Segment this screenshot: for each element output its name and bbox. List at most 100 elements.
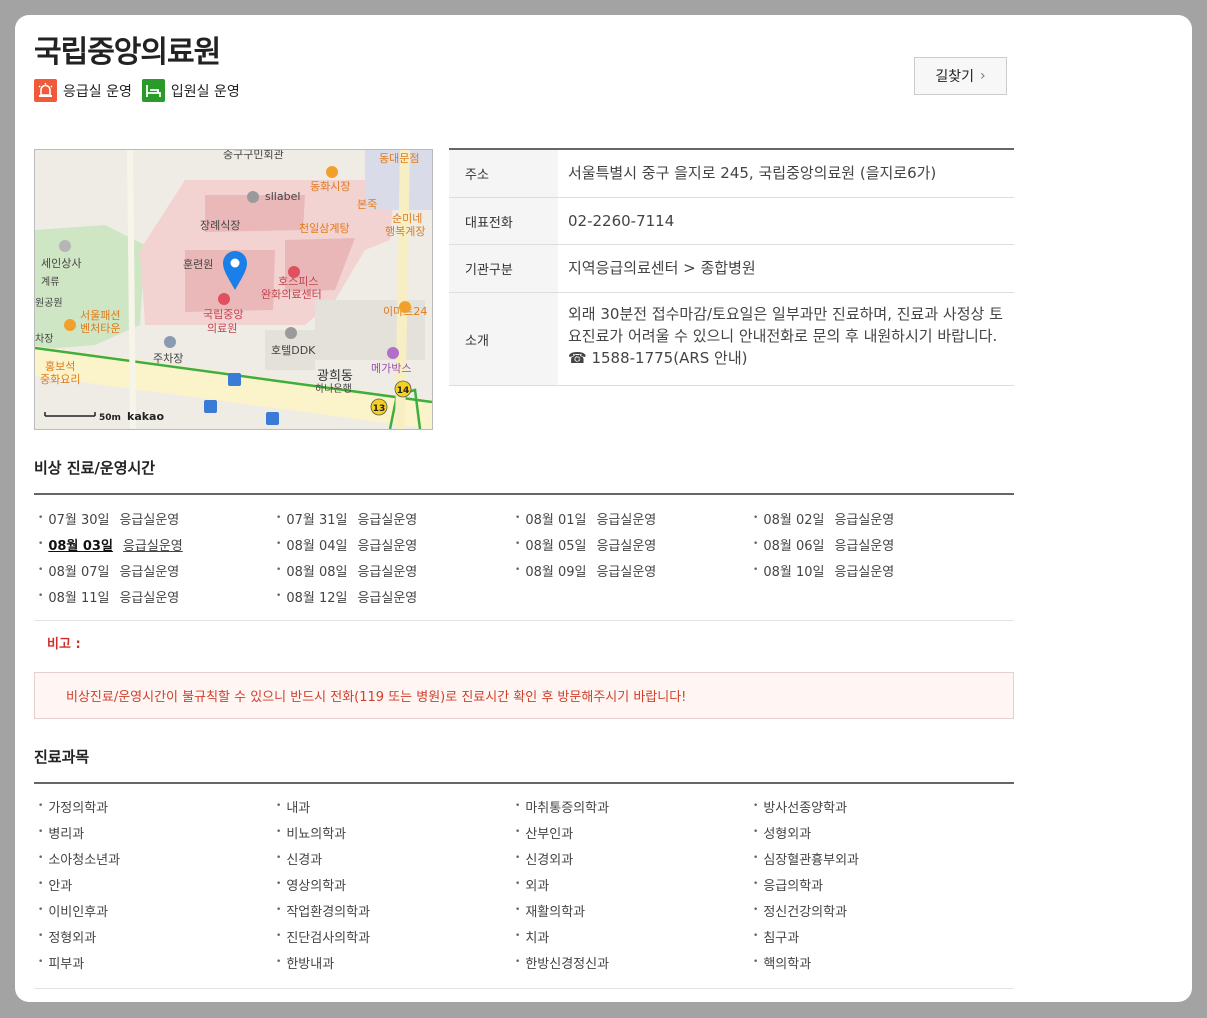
department-item: 신경외과 [511,845,749,871]
info-row-address: 주소 서울특별시 중구 을지로 245, 국립중앙의료원 (을지로6가) [449,150,1014,198]
hospital-name: 국립중앙의료원 [34,35,221,70]
schedule-title: 비상 진료/운영시간 [34,459,156,477]
department-item: 신경과 [272,845,511,871]
map-label: 행복계장 [385,225,425,238]
schedule-grid: 07월 30일응급실운영 07월 31일응급실운영 08월 01일응급실운영 0… [34,505,1014,609]
emergency-siren-icon [34,79,57,102]
info-row-type: 기관구분 지역응급의료센터 > 종합병원 [449,245,1014,293]
schedule-item: 08월 10일응급실운영 [749,557,987,583]
chevron-right-icon: › [980,68,986,84]
info-key: 소개 [449,293,558,385]
department-item: 침구과 [749,923,987,949]
departments-grid: 가정의학과내과마취통증의학과방사선종양학과병리과비뇨의학과산부인과성형외과소아청… [34,793,1014,975]
department-item: 치과 [511,923,749,949]
map-label: 계류 [41,276,59,288]
department-item: 핵의학과 [749,949,987,975]
department-item: 정신건강의학과 [749,897,987,923]
schedule-item: 08월 05일응급실운영 [511,531,749,557]
department-item: 응급의학과 [749,871,987,897]
department-item: 한방내과 [272,949,511,975]
map-label: 훈련원 [183,258,213,271]
note-label: 비고 : [47,637,81,652]
hospital-info-table: 주소 서울특별시 중구 을지로 245, 국립중앙의료원 (을지로6가) 대표전… [449,148,1014,386]
department-item: 마취통증의학과 [511,793,749,819]
map-label: 주차장 [153,352,183,365]
map-label: 천일삼계탕 [299,221,350,235]
info-value-intro: 외래 30분전 접수마감/토요일은 일부과만 진료하며, 진료과 사정상 토요진… [568,305,1003,367]
schedule-item: 08월 06일응급실운영 [749,531,987,557]
map-label: 세인상사 [41,257,81,270]
directions-button[interactable]: 길찾기 › [914,57,1007,95]
department-item: 심장혈관흉부외과 [749,845,987,871]
map-label: 국립중앙 [203,308,243,321]
department-item: 산부인과 [511,819,749,845]
department-item: 진단검사의학과 [272,923,511,949]
schedule-item: 08월 09일응급실운영 [511,557,749,583]
department-item: 소아청소년과 [34,845,272,871]
schedule-item: 08월 07일응급실운영 [34,557,272,583]
department-item: 성형외과 [749,819,987,845]
map-label: 하나은행 [315,382,352,395]
map-label: sllabel [265,190,300,203]
map-brand: kakao [127,410,164,423]
info-row-phone: 대표전화 02-2260-7114 [449,198,1014,245]
map-label: 중화요리 [40,373,80,386]
location-map[interactable]: 중구구민회관 sllabel 장례식장 세인상사 계류 훈련원 원공원 차장 주… [34,149,433,430]
info-value-type: 지역응급의료센터 > 종합병원 [568,259,756,277]
divider [34,988,1014,989]
map-label: 장례식장 [200,219,240,232]
info-value-phone[interactable]: 02-2260-7114 [558,198,1014,244]
map-label: 중구구민회관 [223,150,284,161]
department-item: 영상의학과 [272,871,511,897]
schedule-notice: 비상진료/운영시간이 불규칙할 수 있으니 반드시 전화(119 또는 병원)로… [34,672,1014,719]
schedule-item: 08월 12일응급실운영 [272,583,511,609]
info-value-address: 서울특별시 중구 을지로 245, 국립중앙의료원 (을지로6가) [568,164,937,182]
divider [34,782,1014,784]
map-label: 메가박스 [371,362,411,375]
route-badge: 13 [373,404,386,414]
divider [34,620,1014,621]
department-item: 병리과 [34,819,272,845]
service-badges: 응급실 운영 입원실 운영 [34,79,240,102]
department-item: 정형외과 [34,923,272,949]
schedule-item: 08월 04일응급실운영 [272,531,511,557]
department-item: 가정의학과 [34,793,272,819]
map-label: 원공원 [35,297,63,309]
map-label: 의료원 [207,322,237,335]
map-label: 완화의료센터 [261,288,322,301]
map-label: 서울패션 [80,309,120,322]
badge-emergency: 응급실 운영 [34,79,132,102]
department-item: 안과 [34,871,272,897]
directions-label: 길찾기 [935,69,975,85]
department-item: 방사선종양학과 [749,793,987,819]
map-label: 동대문점 [379,152,419,165]
map-label: 순미네 [392,212,422,225]
department-item: 작업환경의학과 [272,897,511,923]
department-item: 한방신경정신과 [511,949,749,975]
map-label: 호텔DDK [271,344,316,357]
map-label: 동화시장 [310,180,350,193]
departments-title: 진료과목 [34,748,90,766]
schedule-item: 07월 31일응급실운영 [272,505,511,531]
map-label: 본죽 [357,198,377,211]
route-badge: 14 [397,386,410,396]
department-item: 재활의학과 [511,897,749,923]
schedule-item: 08월 11일응급실운영 [34,583,272,609]
hospital-bed-icon [141,79,165,102]
badge-emergency-label: 응급실 운영 [63,83,132,100]
map-label: 홍보석 [45,359,75,373]
info-key: 기관구분 [449,245,558,292]
schedule-item: 08월 02일응급실운영 [749,505,987,531]
schedule-item: 07월 30일응급실운영 [34,505,272,531]
department-item: 이비인후과 [34,897,272,923]
map-scale: 50m [99,413,121,423]
hospital-detail-modal: 국립중앙의료원 응급실 운영 입원실 운영 길찾기 › 중구구민회관 sllab… [15,15,1192,1002]
badge-inpatient-label: 입원실 운영 [170,83,240,100]
info-key: 대표전화 [449,198,558,244]
map-label: 차장 [35,333,53,345]
badge-inpatient: 입원실 운영 [141,79,240,102]
department-item: 내과 [272,793,511,819]
schedule-item-current: 08월 03일응급실운영 [34,531,272,557]
map-label: 호스피스 [278,275,318,288]
map-label: 광희동 [317,369,353,384]
